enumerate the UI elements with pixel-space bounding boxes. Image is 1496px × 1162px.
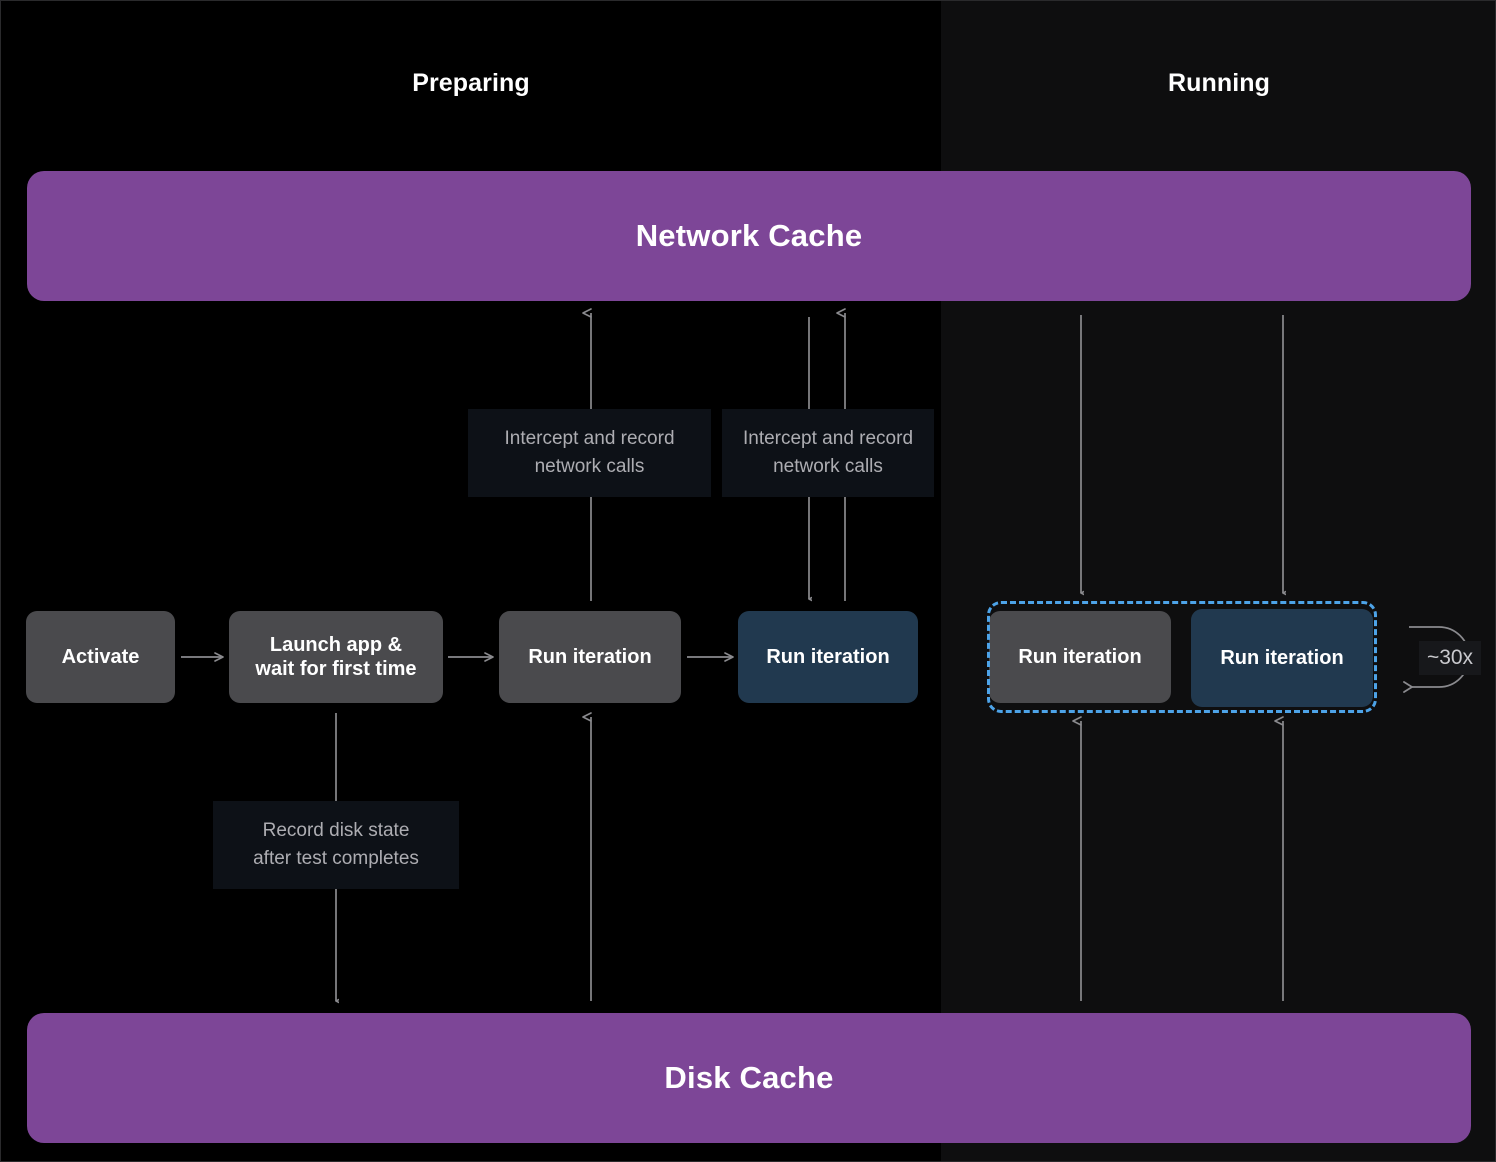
note-line: Intercept and record [742, 428, 914, 450]
note-record-disk-state: Record disk state after test completes [213, 801, 459, 889]
note-line: network calls [773, 456, 883, 477]
node-launch-app[interactable]: Launch app & wait for first time [229, 611, 443, 703]
network-cache-label: Network Cache [635, 218, 863, 253]
node-prep-run-iteration-1[interactable]: Run iteration [499, 611, 681, 703]
node-label: Run iteration [1018, 645, 1142, 668]
node-label-line: Launch app & [269, 633, 403, 656]
note-intercept-network-calls-2: Intercept and record network calls [722, 409, 934, 497]
node-label: Run iteration [528, 645, 652, 668]
node-run-run-iteration-2[interactable]: Run iteration [1191, 609, 1373, 707]
phase-title-running: Running [1167, 69, 1271, 97]
loop-repeat-count: ~30x [1419, 641, 1481, 675]
node-prep-run-iteration-2[interactable]: Run iteration [738, 611, 918, 703]
note-line: after test completes [253, 848, 419, 869]
node-label: Run iteration [1220, 646, 1344, 669]
phase-title-preparing: Preparing [412, 69, 530, 97]
note-line: network calls [534, 456, 645, 477]
note-line: Record disk state [262, 820, 410, 842]
loop-repeat-label: ~30x [1426, 646, 1474, 669]
node-label: Activate [61, 645, 140, 668]
node-run-run-iteration-1[interactable]: Run iteration [989, 611, 1171, 703]
node-label-line: wait for first time [255, 658, 417, 680]
note-line: Intercept and record [504, 428, 675, 450]
note-intercept-network-calls-1: Intercept and record network calls [468, 409, 711, 497]
disk-cache-bar[interactable]: Disk Cache [27, 1013, 1471, 1143]
diagram-canvas: Preparing Running Network Cache Disk Cac… [0, 0, 1496, 1162]
network-cache-bar[interactable]: Network Cache [27, 171, 1471, 301]
node-label: Run iteration [766, 645, 890, 668]
node-activate[interactable]: Activate [26, 611, 175, 703]
disk-cache-label: Disk Cache [664, 1060, 834, 1095]
